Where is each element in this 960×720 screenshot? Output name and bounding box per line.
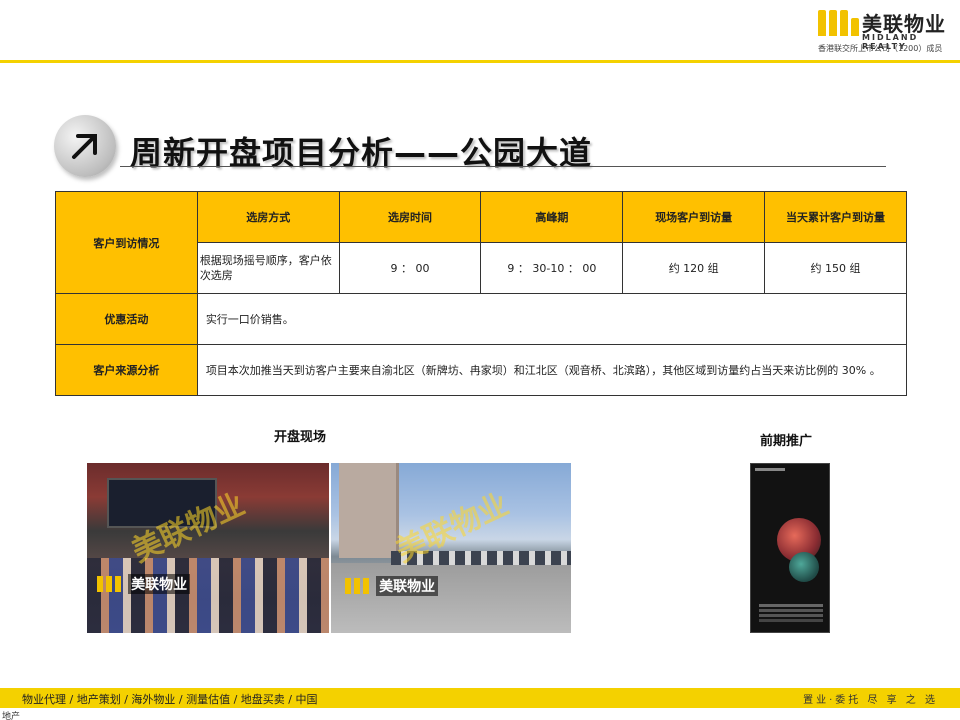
watermark-logo-text: 美联物业 [376,575,439,596]
poster-header-shape [755,468,785,471]
page-title: 周新开盘项目分析——公园大道 [130,134,593,172]
footer-slogan: 置业·委托 尽 享 之 选 [803,695,938,706]
table-row-label: 客户到访情况 [55,191,198,294]
table-column-header: 选房方式 [196,191,340,243]
table-cell: 9 ： 30-10 ： 00 [480,242,624,294]
road-shape [331,563,571,633]
table-row: 客户到访情况 选房方式 选房时间 高峰期 现场客户到访量 当天累计客户到访量 [55,191,907,294]
table-cell: 约 150 组 [764,242,907,294]
logo-mark-icon [818,10,860,36]
table-cell: 实行一口价销售。 [196,293,908,345]
logo-mark-icon [97,575,123,592]
watermark-logo: 美联物业 [97,573,191,594]
footer-bar: 物业代理 / 地产策划 / 海外物业 / 测量估值 / 地盘买卖 / 中国 置业… [0,688,960,708]
corner-text: 地产 [2,712,21,720]
title-underline [120,166,886,167]
arrow-up-left-icon [54,115,116,177]
poster-orb-green [789,552,819,582]
table-cell: 9 ： 00 [338,242,482,294]
promotion-poster [750,463,830,633]
table-cell: 约 120 组 [622,242,766,294]
watermark-logo-text: 美联物业 [128,573,191,594]
table-column-header: 当天累计客户到访量 [764,191,907,243]
logo-mark-icon [345,577,371,594]
watermark-logo: 美联物业 [345,575,439,596]
company-logo: 美联物业 MIDLAND REALTY 香港联交所上市公司（1200）成员 [818,8,953,53]
opening-crowd-photo: 美联物业 美联物业 [87,463,329,633]
building-shape [339,463,399,558]
table-cell: 项目本次加推当天到访客户主要来自渝北区（新牌坊、冉家坝）和江北区（观音桥、北滨路… [196,344,908,396]
table-column-header: 现场客户到访量 [622,191,766,243]
table-row-label: 优惠活动 [55,293,198,345]
crowd-shape [87,558,329,633]
table-column-header: 选房时间 [338,191,482,243]
table-row: 客户来源分析 项目本次加推当天到访客户主要来自渝北区（新牌坊、冉家坝）和江北区（… [55,344,908,396]
table-row: 优惠活动 实行一口价销售。 [55,293,908,345]
header-divider [0,60,960,63]
early-promotion-label: 前期推广 [760,434,813,449]
table-row-label: 客户来源分析 [55,344,198,396]
logo-subtitle: 香港联交所上市公司（1200）成员 [818,44,943,53]
table-column-header: 高峰期 [480,191,624,243]
poster-text-lines [759,604,823,607]
table-cell: 根据现场摇号顺序，客户依次选房 [196,242,340,294]
footer-nav: 物业代理 / 地产策划 / 海外物业 / 测量估值 / 地盘买卖 / 中国 [22,693,318,706]
info-table: 客户到访情况 选房方式 选房时间 高峰期 现场客户到访量 当天累计客户到访量 根… [55,191,908,396]
opening-road-photo: 美联物业 美联物业 [331,463,571,633]
opening-scene-label: 开盘现场 [274,430,327,445]
